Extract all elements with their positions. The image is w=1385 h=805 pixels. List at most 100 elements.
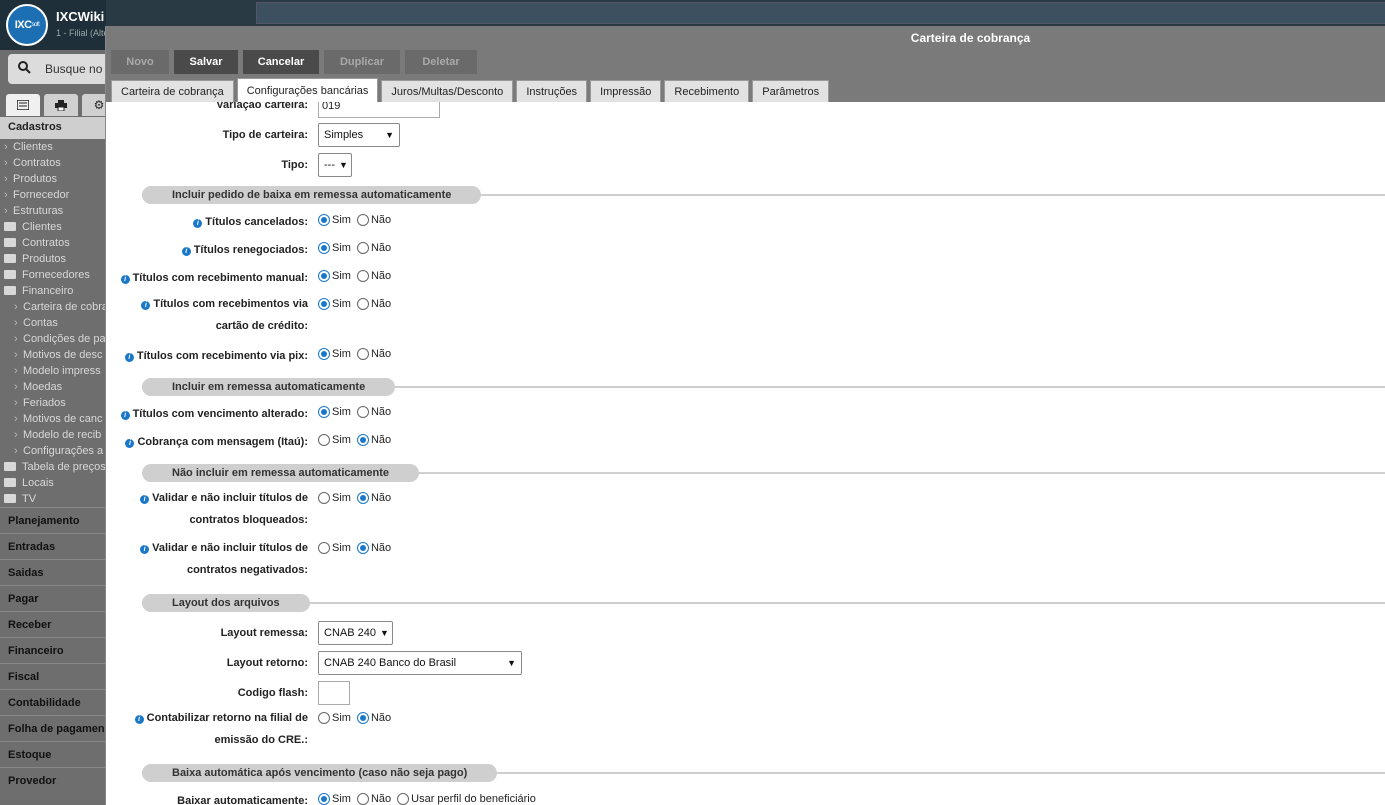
sidebar-item-motivos-de-desc[interactable]: › Motivos de desc <box>0 347 106 363</box>
filial-sim-radio[interactable] <box>318 712 330 724</box>
sidebar-section-pagar[interactable]: Pagar <box>0 585 106 611</box>
sidebar-header-cadastros[interactable]: Cadastros <box>0 117 106 139</box>
chevron-down-icon: ▼ <box>385 130 394 140</box>
sidebar-section-saidas[interactable]: Saidas <box>0 559 106 585</box>
sidebar-section-estoque[interactable]: Estoque <box>0 741 106 767</box>
tab-instrucoes[interactable]: Instruções <box>516 80 588 102</box>
info-icon[interactable]: i <box>141 301 151 310</box>
baixar-perfil-radio[interactable] <box>397 793 410 805</box>
renegociados-sim-radio[interactable] <box>318 242 330 254</box>
sidebar-item-motivos-de-canc[interactable]: › Motivos de canc <box>0 411 106 427</box>
novo-button[interactable]: Novo <box>111 50 169 74</box>
sidebar-section-financeiro[interactable]: Financeiro <box>0 637 106 663</box>
deletar-button[interactable]: Deletar <box>405 50 477 74</box>
sidebar-section-contabilidade[interactable]: Contabilidade <box>0 689 106 715</box>
info-icon[interactable]: i <box>134 715 144 724</box>
sidebar-section-entradas[interactable]: Entradas <box>0 533 106 559</box>
manual-sim-radio[interactable] <box>318 270 330 282</box>
layout-remessa-select[interactable]: CNAB 240 ▼ <box>318 621 393 645</box>
negativados-sim-radio[interactable] <box>318 542 330 554</box>
info-icon[interactable]: i <box>140 495 150 504</box>
sidebar-item-configura-es-a[interactable]: › Configurações a <box>0 443 106 459</box>
negativados-text-line1: Validar e não incluir títulos de <box>152 542 308 554</box>
info-icon[interactable]: i <box>140 545 150 554</box>
print-icon[interactable] <box>44 94 78 116</box>
pix-sim-radio[interactable] <box>318 348 330 360</box>
cartao-sim-radio[interactable] <box>318 298 330 310</box>
cancelar-button[interactable]: Cancelar <box>243 50 319 74</box>
bloqueados-nao-radio[interactable] <box>356 492 369 504</box>
cartao-nao-radio[interactable] <box>356 298 369 310</box>
sidebar-item-tabela-de-pre-os[interactable]: Tabela de preços <box>0 459 106 475</box>
tab-configuracoes-bancarias[interactable]: Configurações bancárias <box>236 78 379 102</box>
sidebar-item-condi-es-de-pa[interactable]: › Condições de pa <box>0 331 106 347</box>
sidebar-section-receber[interactable]: Receber <box>0 611 106 637</box>
info-icon[interactable]: i <box>125 439 135 448</box>
codigo-flash-input[interactable] <box>318 681 350 705</box>
filial-nao-radio[interactable] <box>356 712 369 724</box>
sidebar-item-tv[interactable]: TV <box>0 491 106 507</box>
sidebar-item-fornecedor[interactable]: › Fornecedor <box>0 187 106 203</box>
sidebar-item-modelo-de-recib[interactable]: › Modelo de recib <box>0 427 106 443</box>
sidebar-item-contas[interactable]: › Contas <box>0 315 106 331</box>
info-icon[interactable]: i <box>120 275 130 284</box>
sidebar-item-produtos[interactable]: Produtos <box>0 251 106 267</box>
itau-sim-radio[interactable] <box>318 434 330 446</box>
sidebar-section-folha-de-pagamen[interactable]: Folha de pagamen <box>0 715 106 741</box>
sidebar-item-contratos[interactable]: Contratos <box>0 235 106 251</box>
vencimento-nao-radio[interactable] <box>356 406 369 418</box>
baixar-nao-radio[interactable] <box>356 793 369 805</box>
duplicar-button[interactable]: Duplicar <box>324 50 400 74</box>
sidebar-section-provedor[interactable]: Provedor <box>0 767 106 793</box>
variacao-input[interactable]: 019 <box>318 102 440 118</box>
sidebar-item-clientes[interactable]: Clientes <box>0 219 106 235</box>
baixar-sim-radio[interactable] <box>318 793 330 805</box>
tipo-select[interactable]: --- ▼ <box>318 153 352 177</box>
tab-impressao[interactable]: Impressão <box>590 80 662 102</box>
salvar-button[interactable]: Salvar <box>174 50 238 74</box>
sidebar-item-produtos[interactable]: › Produtos <box>0 171 106 187</box>
sidebar-item-carteira-de-cobra[interactable]: › Carteira de cobra <box>0 299 106 315</box>
itau-nao-radio[interactable] <box>356 434 369 446</box>
renegociados-nao-radio[interactable] <box>356 242 369 254</box>
section-layout: Layout dos arquivos <box>142 594 1385 612</box>
sidebar-item-modelo-impress[interactable]: › Modelo impress <box>0 363 106 379</box>
vencimento-label: i Títulos com vencimento alterado: <box>120 408 308 420</box>
gear-icon[interactable]: ⚙ <box>82 94 106 116</box>
tab-carteira[interactable]: Carteira de cobrança <box>111 80 234 102</box>
tipo-carteira-select[interactable]: Simples ▼ <box>318 123 400 147</box>
app-logo[interactable]: IXC soft <box>6 4 48 46</box>
info-icon[interactable]: i <box>181 247 191 256</box>
tab-parametros[interactable]: Parâmetros <box>752 80 830 102</box>
negativados-nao-radio[interactable] <box>356 542 369 554</box>
vencimento-sim-radio[interactable] <box>318 406 330 418</box>
sidebar-item-locais[interactable]: Locais <box>0 475 106 491</box>
sidebar-item-fornecedores[interactable]: Fornecedores <box>0 267 106 283</box>
manual-nao-radio[interactable] <box>356 270 369 282</box>
info-icon[interactable]: i <box>124 353 134 362</box>
info-icon[interactable]: i <box>120 411 130 420</box>
sidebar-item-clientes[interactable]: › Clientes <box>0 139 106 155</box>
manual-text: Títulos com recebimento manual: <box>132 272 308 284</box>
sidebar-item-label: Fornecedor <box>13 189 70 201</box>
background-app-strip <box>106 0 1385 26</box>
info-icon[interactable]: i <box>193 219 203 228</box>
section-layout-title: Layout dos arquivos <box>142 594 310 612</box>
sidebar-item-estruturas[interactable]: › Estruturas <box>0 203 106 219</box>
sidebar-item-label: Configurações a <box>23 445 104 457</box>
cancelados-sim-radio[interactable] <box>318 214 330 226</box>
sidebar-item-feriados[interactable]: › Feriados <box>0 395 106 411</box>
tab-juros[interactable]: Juros/Multas/Desconto <box>381 80 514 102</box>
sidebar-item-moedas[interactable]: › Moedas <box>0 379 106 395</box>
cancelados-nao-radio[interactable] <box>356 214 369 226</box>
sidebar-item-contratos[interactable]: › Contratos <box>0 155 106 171</box>
bloqueados-sim-radio[interactable] <box>318 492 330 504</box>
pix-nao-radio[interactable] <box>356 348 369 360</box>
sidebar-section-planejamento[interactable]: Planejamento <box>0 507 106 533</box>
sidebar-section-fiscal[interactable]: Fiscal <box>0 663 106 689</box>
sidebar-item-financeiro[interactable]: Financeiro <box>0 283 106 299</box>
sidebar-search[interactable]: Busque no <box>8 54 106 84</box>
list-icon[interactable] <box>6 94 40 116</box>
layout-retorno-select[interactable]: CNAB 240 Banco do Brasil ▼ <box>318 651 522 675</box>
tab-recebimento[interactable]: Recebimento <box>664 80 750 102</box>
